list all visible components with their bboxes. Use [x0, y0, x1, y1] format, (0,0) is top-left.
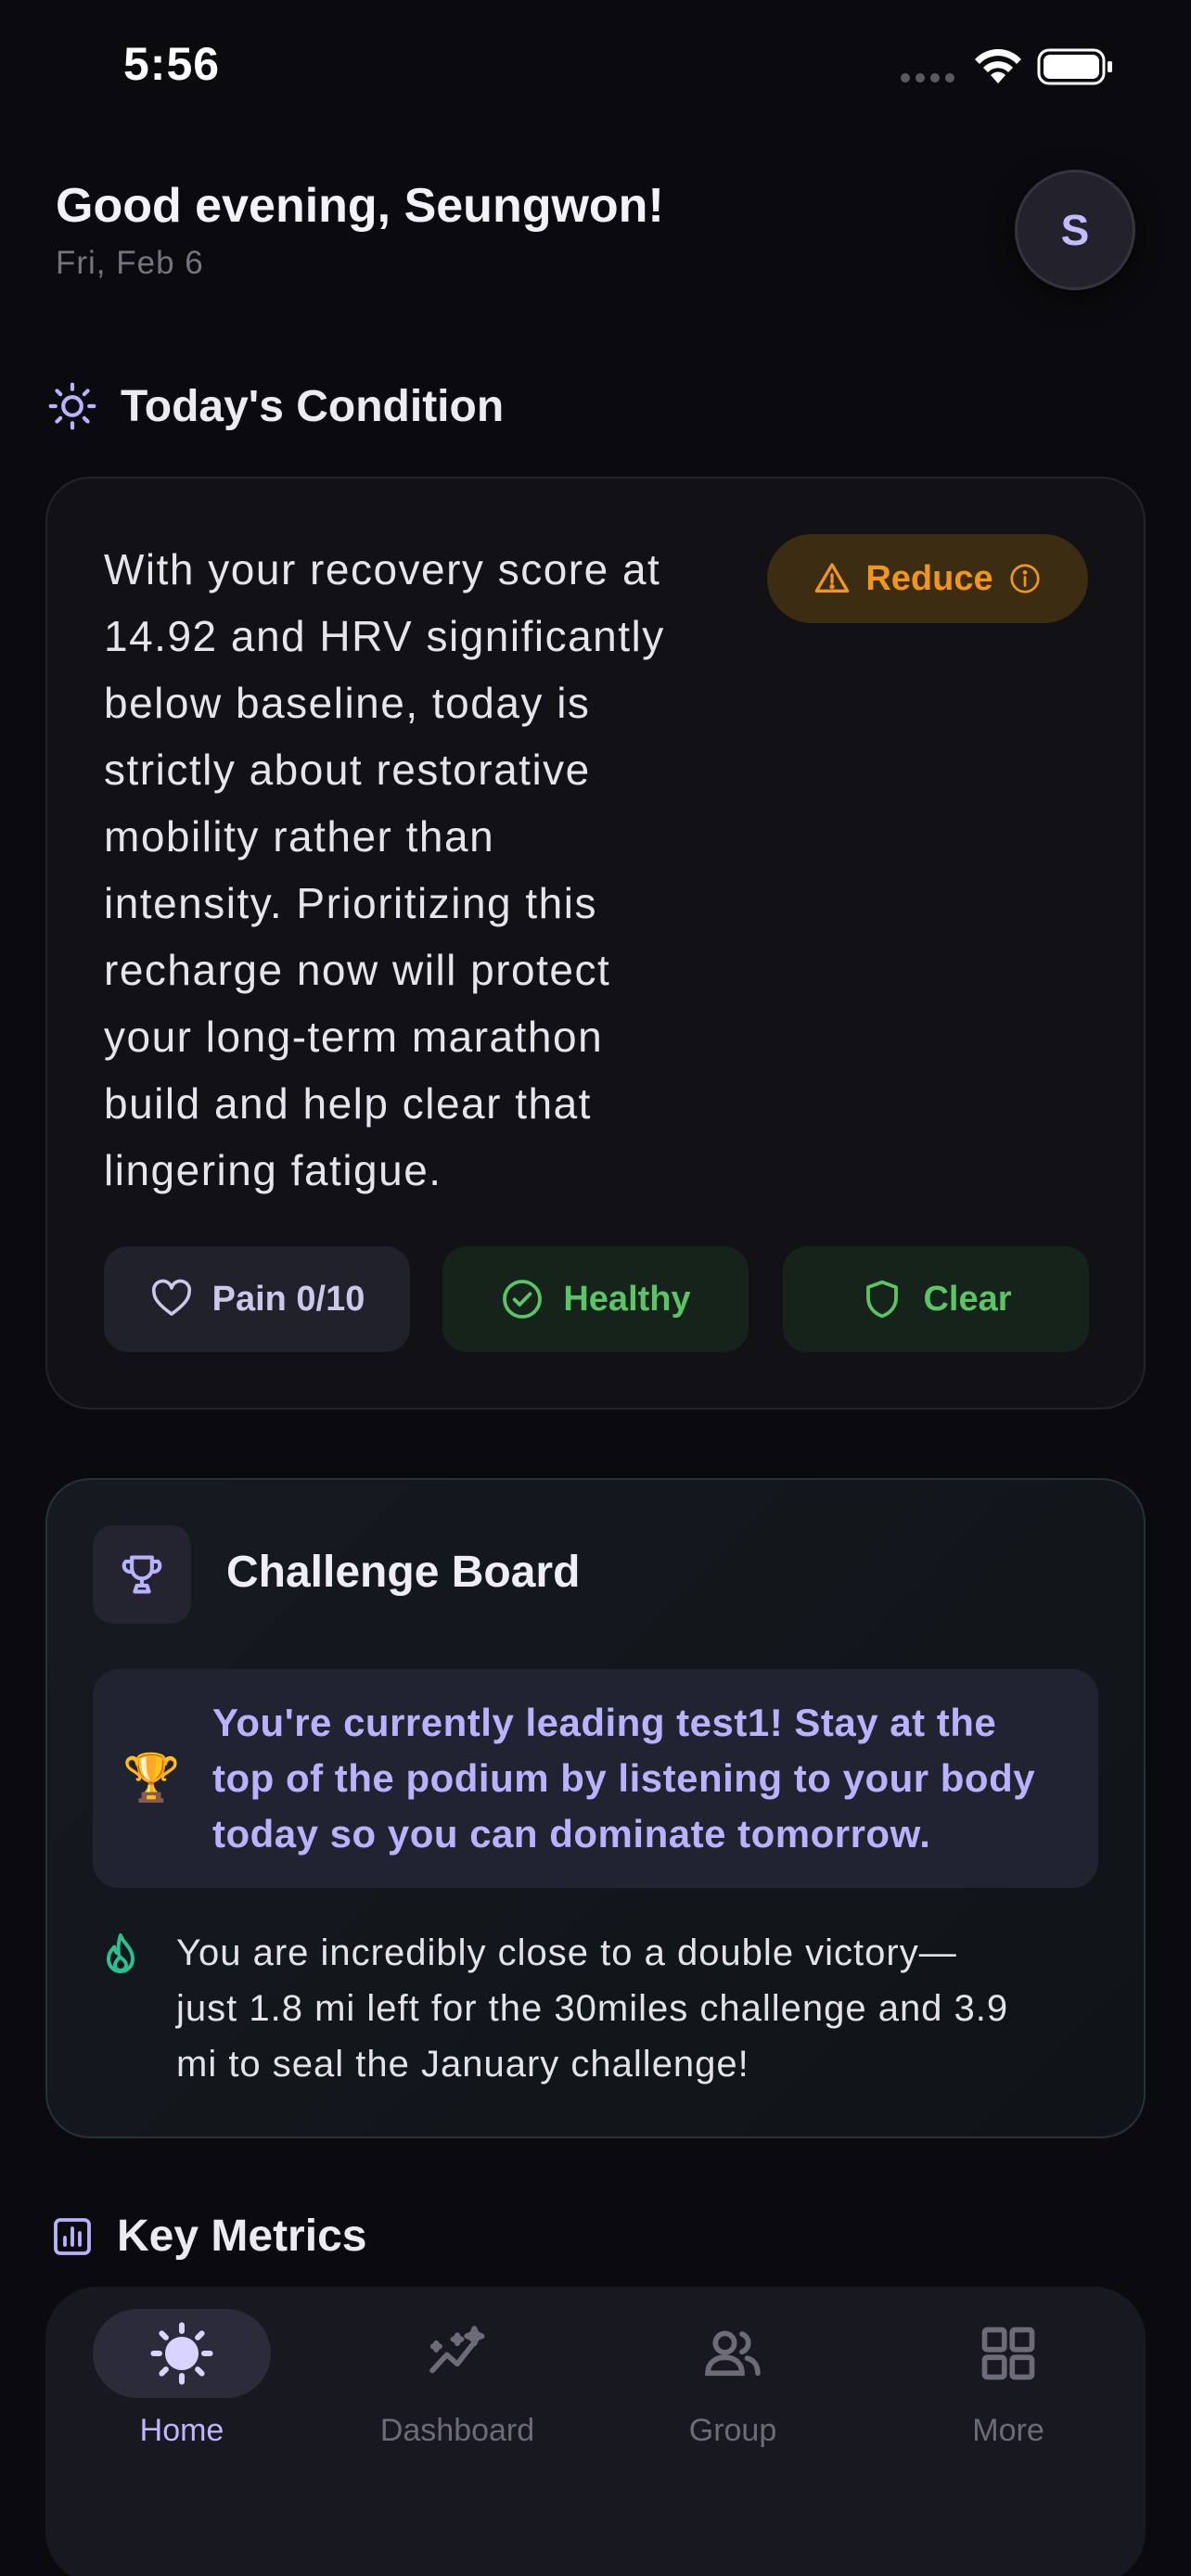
trophy-icon	[122, 1555, 162, 1594]
check-circle-icon	[503, 1280, 543, 1319]
summary-line: intensity. Prioritizing this	[104, 879, 597, 927]
sun-icon	[48, 382, 96, 430]
challenge-progress-text: You are incredibly close to a double vic…	[176, 1925, 1104, 2092]
reduce-label: Reduce	[865, 558, 993, 598]
summary-line: lingering fatigue.	[104, 1146, 442, 1194]
nav-home-label: Home	[139, 2413, 224, 2448]
info-icon	[1010, 564, 1040, 593]
group-icon	[705, 2330, 761, 2377]
pain-chip[interactable]: Pain 0/10	[104, 1246, 410, 1352]
heart-icon	[151, 1279, 191, 1316]
condition-summary: With your recovery score at 14.92 and HR…	[104, 536, 744, 1204]
avatar[interactable]: S	[1015, 170, 1135, 290]
nav-group[interactable]: Group	[631, 2309, 835, 2449]
status-time: 5:56	[123, 38, 221, 90]
shield-icon	[866, 1280, 899, 1319]
trend-sparkle-icon	[429, 2326, 485, 2374]
nav-home-icon-wrap	[93, 2309, 271, 2398]
summary-line: recharge now will protect	[104, 946, 611, 994]
nav-dashboard-icon-wrap	[368, 2309, 546, 2398]
battery-icon	[1037, 48, 1112, 85]
progress-line: mi to seal the January challenge!	[176, 2044, 749, 2085]
summary-line: below baseline, today is	[104, 679, 591, 727]
clear-label: Clear	[923, 1279, 1012, 1319]
wifi-icon	[975, 49, 1021, 83]
leader-line: You're currently leading test1! Stay at …	[212, 1701, 997, 1744]
nav-group-icon-wrap	[644, 2309, 822, 2398]
bar-chart-icon	[54, 2217, 91, 2255]
pain-label: Pain 0/10	[211, 1279, 365, 1319]
leader-line: today so you can dominate tomorrow.	[212, 1812, 931, 1855]
nav-home[interactable]: Home	[80, 2309, 284, 2449]
nav-more-icon-wrap	[919, 2309, 1097, 2398]
challenge-board-title: Challenge Board	[226, 1548, 581, 1597]
status-icons	[900, 45, 1117, 89]
nav-more-label: More	[972, 2413, 1044, 2448]
healthy-chip[interactable]: Healthy	[442, 1246, 749, 1352]
summary-line: 14.92 and HRV significantly	[104, 612, 665, 660]
summary-line: your long-term marathon	[104, 1013, 604, 1061]
nav-more[interactable]: More	[906, 2309, 1110, 2449]
avatar-initial: S	[1060, 206, 1090, 254]
clear-chip[interactable]: Clear	[783, 1246, 1089, 1352]
nav-dashboard[interactable]: Dashboard	[355, 2309, 559, 2449]
flame-icon	[98, 1931, 143, 1983]
metrics-title: Key Metrics	[117, 2212, 367, 2261]
sun-icon	[150, 2322, 213, 2385]
summary-line: build and help clear that	[104, 1079, 592, 1128]
grid-icon	[981, 2327, 1035, 2380]
nav-dashboard-label: Dashboard	[379, 2413, 535, 2448]
trophy-badge	[93, 1525, 191, 1624]
reduce-badge-button[interactable]: Reduce	[767, 534, 1088, 623]
nav-group-label: Group	[688, 2413, 777, 2448]
date-label: Fri, Feb 6	[56, 245, 204, 281]
leader-line: top of the podium by listening to your b…	[212, 1756, 1036, 1800]
summary-line: mobility rather than	[104, 812, 495, 861]
summary-line: strictly about restorative	[104, 746, 591, 794]
healthy-label: Healthy	[563, 1279, 691, 1319]
summary-line: With your recovery score at	[104, 545, 661, 593]
condition-section-title: Today's Condition	[46, 380, 504, 432]
condition-title: Today's Condition	[121, 381, 505, 431]
greeting-title: Good evening, Seungwon!	[56, 179, 664, 233]
metrics-section-title: Key Metrics	[50, 2211, 366, 2262]
leader-text: You're currently leading test1! Stay at …	[212, 1695, 1075, 1862]
signal-icon	[901, 73, 954, 83]
progress-line: You are incredibly close to a double vic…	[176, 1932, 957, 1973]
trophy-emoji-icon: 🏆	[122, 1752, 181, 1804]
progress-line: just 1.8 mi left for the 30miles challen…	[176, 1988, 1009, 2029]
warning-icon	[815, 563, 850, 593]
